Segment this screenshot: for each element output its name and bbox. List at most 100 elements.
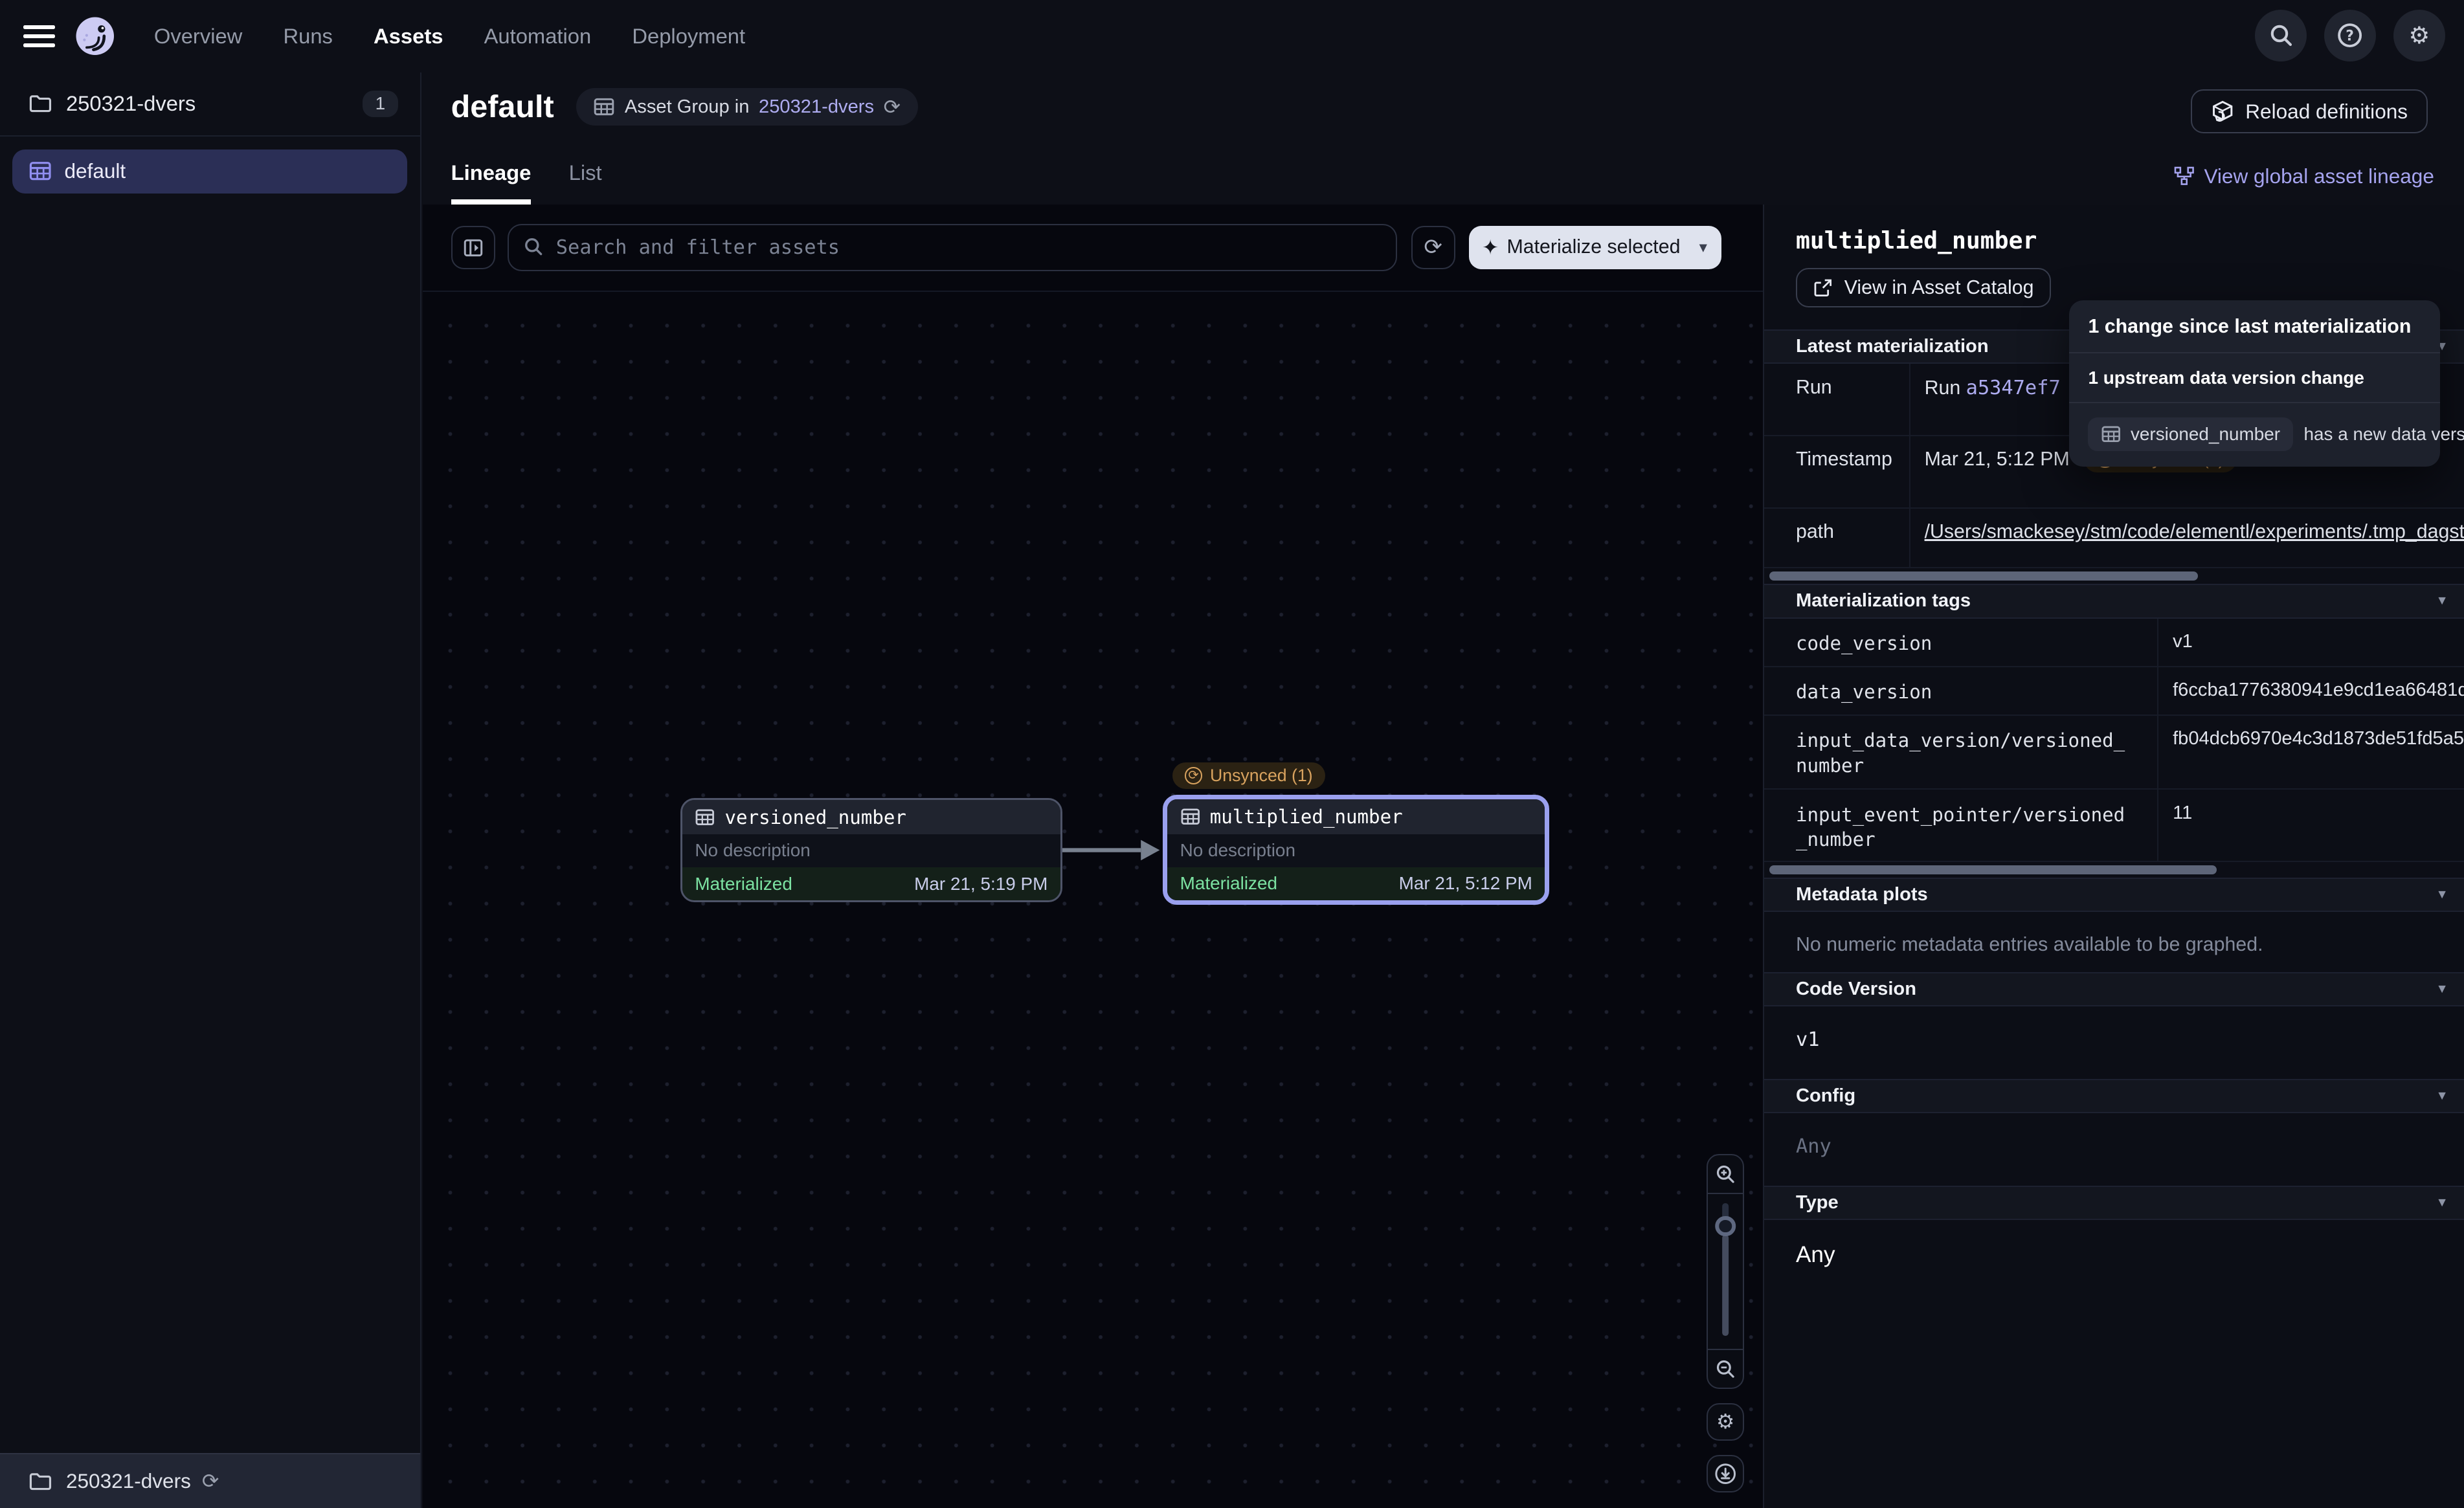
table-icon	[1180, 806, 1201, 827]
collapse-caret-icon[interactable]: ▼	[2436, 1089, 2448, 1103]
unsynced-badge-label: Unsynced (1)	[1210, 766, 1313, 786]
main-area: default Asset Group in 250321-dvers ⟳ Re…	[423, 72, 2464, 1508]
tab-lineage[interactable]: Lineage	[451, 161, 532, 204]
collapse-caret-icon[interactable]: ▼	[2436, 1195, 2448, 1210]
search-button[interactable]	[2255, 10, 2307, 61]
folder-icon	[28, 92, 52, 115]
lineage-toolbar: ⟳ ✦ Materialize selected ▾	[423, 205, 1763, 293]
lineage-graph-icon	[2174, 166, 2195, 187]
help-button[interactable]	[2324, 10, 2376, 61]
run-prefix: Run	[1925, 377, 1961, 399]
reload-definitions-icon	[2211, 100, 2234, 123]
latest-path-row: path /Users/smackesey/stm/code/elementl/…	[1764, 509, 2464, 568]
tab-list[interactable]: List	[569, 161, 602, 204]
horizontal-scrollbar	[1764, 568, 2464, 584]
nav-item-automation[interactable]: Automation	[484, 24, 592, 49]
scrollbar-thumb[interactable]	[1769, 571, 2199, 581]
unsynced-icon: ⟳	[1185, 767, 1202, 784]
asset-node-status: Materialized	[1180, 873, 1277, 894]
lineage-canvas[interactable]: ⟳ ✦ Materialize selected ▾ ⟳	[423, 205, 1763, 1508]
asset-group-icon	[28, 159, 52, 183]
tag-value: v1	[2157, 619, 2464, 666]
reload-location-icon[interactable]: ⟳	[202, 1469, 219, 1493]
asset-node-description: No description	[1167, 834, 1545, 867]
expand-sidebar-button[interactable]	[451, 226, 495, 270]
zoom-out-button[interactable]	[1708, 1350, 1743, 1388]
sync-icon: ⟳	[1424, 234, 1442, 260]
view-in-asset-catalog-button[interactable]: View in Asset Catalog	[1796, 268, 2051, 307]
asset-node-timestamp: Mar 21, 5:19 PM	[914, 874, 1047, 894]
asset-detail-panel: multiplied_number View in Asset Catalog …	[1763, 205, 2464, 1508]
dagster-logo-icon[interactable]	[74, 15, 117, 58]
unsynced-badge[interactable]: ⟳ Unsynced (1)	[1172, 757, 1325, 789]
nav-item-runs[interactable]: Runs	[283, 24, 332, 49]
nav-right-actions: ⚙	[2255, 10, 2445, 61]
graph-settings-button[interactable]: ⚙	[1707, 1403, 1744, 1441]
tag-row: input_data_version/versioned_number fb04…	[1764, 716, 2464, 790]
tag-row: input_event_pointer/versioned_number 11	[1764, 790, 2464, 862]
sidebar-item-label: default	[64, 159, 126, 183]
nav-item-overview[interactable]: Overview	[154, 24, 243, 49]
refresh-graph-button[interactable]: ⟳	[1411, 226, 1455, 270]
asset-node-status: Materialized	[695, 874, 792, 894]
settings-button[interactable]: ⚙	[2393, 10, 2445, 61]
zoom-in-button[interactable]	[1708, 1155, 1743, 1193]
asset-node-description: No description	[682, 834, 1060, 867]
asset-group-badge-link[interactable]: 250321-dvers	[759, 96, 874, 118]
zoom-in-icon	[1714, 1163, 1736, 1185]
view-global-asset-lineage-link[interactable]: View global asset lineage	[2174, 164, 2434, 188]
tag-row: code_version v1	[1764, 619, 2464, 667]
tag-value: f6ccba1776380941e9cd1ea66481d	[2157, 667, 2464, 715]
metadata-plots-empty-text: No numeric metadata entries available to…	[1764, 912, 2464, 971]
sparkle-icon: ✦	[1482, 236, 1499, 260]
scrollbar-thumb[interactable]	[1769, 865, 2217, 875]
lineage-edge	[1059, 830, 1163, 870]
timestamp-value: Mar 21, 5:12 PM	[1925, 449, 2070, 471]
popup-title: 1 change since last materialization	[2088, 316, 2421, 338]
sidebar-group-count-badge: 1	[363, 91, 398, 118]
dot-grid-background	[423, 292, 1763, 1508]
content-area: ⟳ ✦ Materialize selected ▾ ⟳	[423, 205, 2464, 1508]
search-icon	[523, 236, 544, 257]
download-graph-button[interactable]	[1707, 1455, 1744, 1492]
sidebar-group-row[interactable]: 250321-dvers 1	[0, 72, 420, 137]
search-icon	[2268, 23, 2294, 48]
zoom-slider-thumb[interactable]	[1715, 1216, 1736, 1237]
section-code-version: Code Version ▼	[1764, 972, 2464, 1006]
tag-key: data_version	[1764, 667, 2157, 715]
chevron-down-icon[interactable]: ▾	[1699, 238, 1707, 257]
asset-chip[interactable]: versioned_number	[2088, 417, 2292, 450]
path-link[interactable]: /Users/smackesey/stm/code/elementl/exper…	[1909, 509, 2464, 567]
tag-value: 11	[2157, 790, 2464, 861]
nav-item-deployment[interactable]: Deployment	[632, 24, 745, 49]
materialize-selected-button[interactable]: ✦ Materialize selected ▾	[1469, 226, 1721, 270]
reload-icon[interactable]: ⟳	[884, 95, 901, 119]
top-nav: Overview Runs Assets Automation Deployme…	[0, 0, 2464, 72]
tag-key: code_version	[1764, 619, 2157, 666]
zoom-out-icon	[1714, 1358, 1736, 1380]
popup-message: has a new data version	[2303, 424, 2464, 445]
collapse-caret-icon[interactable]: ▼	[2436, 593, 2448, 608]
sidebar-footer[interactable]: 250321-dvers ⟳	[0, 1453, 420, 1508]
collapse-caret-icon[interactable]: ▼	[2436, 887, 2448, 902]
section-title: Code Version	[1796, 979, 2436, 1000]
hamburger-menu-icon[interactable]	[23, 25, 55, 47]
sidebar-group-name: 250321-dvers	[66, 91, 363, 116]
section-metadata-plots: Metadata plots ▼	[1764, 878, 2464, 912]
reload-definitions-button[interactable]: Reload definitions	[2191, 89, 2428, 133]
asset-search-input[interactable]	[508, 224, 1397, 271]
nav-item-assets[interactable]: Assets	[374, 24, 443, 49]
sidebar-item-default[interactable]: default	[12, 150, 407, 194]
tag-value: fb04dcb6970e4c3d1873de51fd5a5	[2157, 716, 2464, 788]
config-value: Any	[1764, 1113, 2464, 1186]
folder-icon	[28, 1470, 52, 1493]
asset-node-versioned-number[interactable]: versioned_number No description Material…	[680, 798, 1062, 902]
view-in-asset-catalog-label: View in Asset Catalog	[1844, 277, 2034, 299]
asset-node-multiplied-number[interactable]: multiplied_number No description Materia…	[1163, 795, 1549, 904]
collapse-caret-icon[interactable]: ▼	[2436, 982, 2448, 997]
section-title: Config	[1796, 1085, 2436, 1107]
run-id-link[interactable]: a5347ef7	[1966, 377, 2061, 399]
help-icon	[2336, 22, 2363, 49]
zoom-slider[interactable]	[1708, 1193, 1743, 1350]
view-global-asset-lineage-label: View global asset lineage	[2204, 164, 2434, 188]
